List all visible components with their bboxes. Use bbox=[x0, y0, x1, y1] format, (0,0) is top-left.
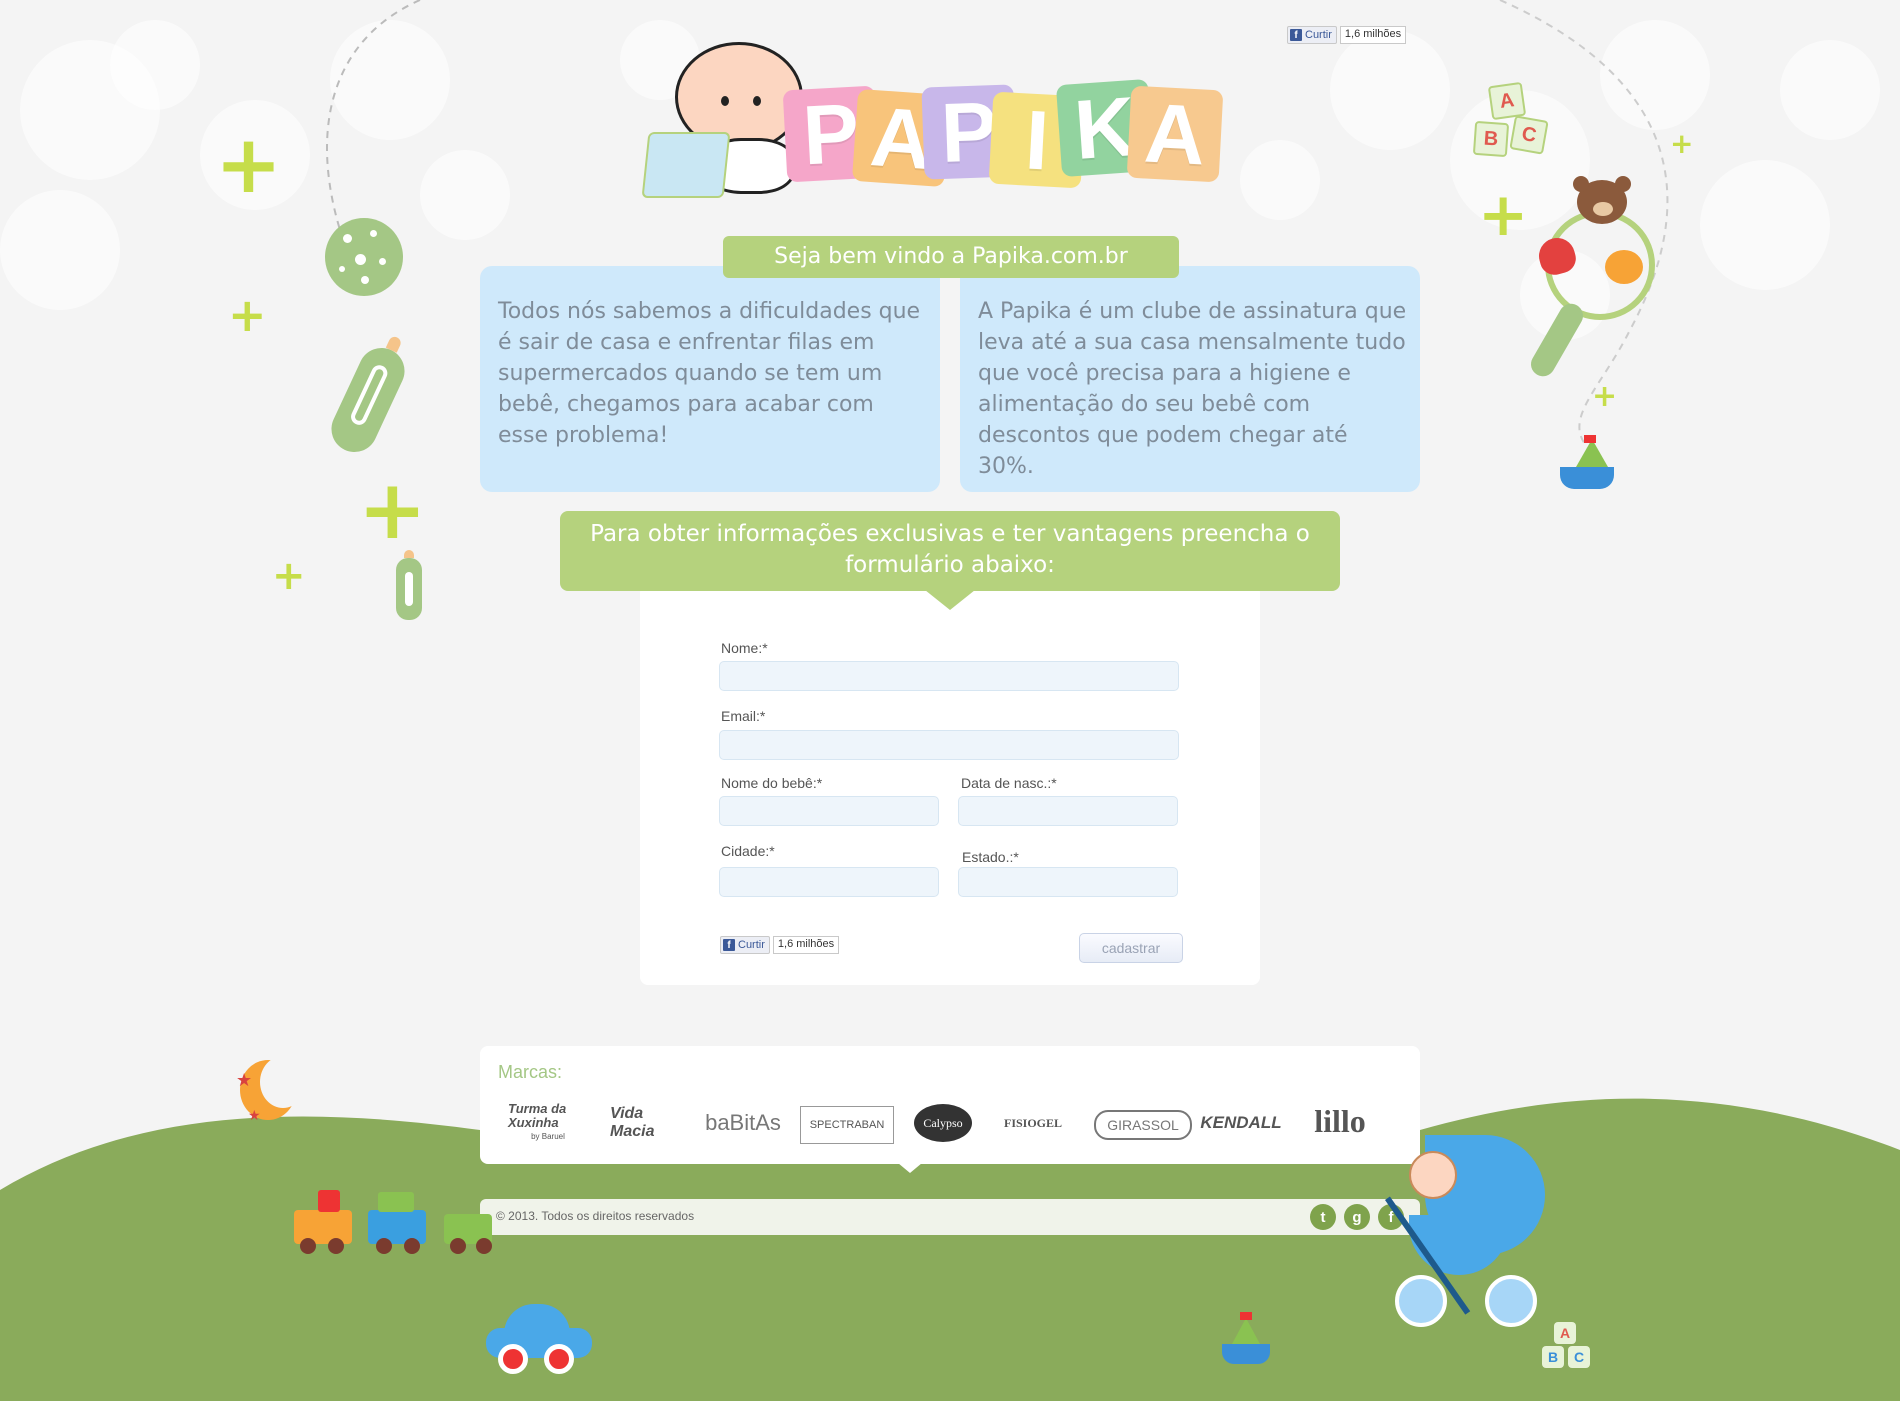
form-facebook-like-widget[interactable]: f Curtir 1,6 milhões bbox=[720, 936, 840, 954]
intro-box-right: A Papika é um clube de assinatura que le… bbox=[960, 266, 1420, 492]
brand-logo-spectraban[interactable]: SPECTRABAN bbox=[800, 1106, 894, 1144]
plus-icon: + bbox=[228, 288, 267, 342]
like-label: Curtir bbox=[1305, 29, 1332, 41]
toy-boat-icon bbox=[1220, 1312, 1272, 1368]
brands-panel: Marcas: Turma da Xuxinha by Baruel Vida … bbox=[480, 1046, 1420, 1164]
brand-logo-kendall[interactable]: KENDALL bbox=[1195, 1102, 1287, 1144]
intro-text-right: A Papika é um clube de assinatura que le… bbox=[978, 299, 1407, 479]
plus-icon: + bbox=[1592, 379, 1618, 414]
facebook-icon: f bbox=[1290, 29, 1302, 41]
welcome-title: Seja bem vindo a Papika.com.br bbox=[723, 236, 1179, 278]
twitter-icon[interactable]: t bbox=[1310, 1204, 1336, 1230]
brand-sub: by Baruel bbox=[531, 1132, 565, 1141]
brands-title: Marcas: bbox=[498, 1062, 563, 1082]
baby-stroller-icon bbox=[1385, 1125, 1545, 1340]
logo-letter-a: A bbox=[1126, 85, 1224, 183]
abc-cube-icon bbox=[641, 132, 731, 198]
form-heading-text: Para obter informações exclusivas e ter … bbox=[590, 521, 1310, 578]
intro-text-left: Todos nós sabemos a dificuldades que é s… bbox=[498, 299, 921, 448]
brand-name: Turma da Xuxinha bbox=[508, 1101, 567, 1130]
estado-label: Estado.:* bbox=[962, 849, 1019, 865]
brand-logo-vida-macia[interactable]: Vida Macia bbox=[610, 1102, 676, 1144]
facebook-icon: f bbox=[723, 939, 735, 951]
brand-logo-girassol[interactable]: GIRASSOL bbox=[1094, 1110, 1192, 1140]
brand-logo-fisiogel[interactable]: FISIOGEL bbox=[1000, 1102, 1066, 1144]
nome-label: Nome:* bbox=[721, 640, 768, 656]
cidade-input[interactable] bbox=[719, 867, 939, 897]
data-nasc-label: Data de nasc.:* bbox=[961, 775, 1057, 791]
estado-input[interactable] bbox=[958, 867, 1178, 897]
moon-icon: ★ ★ bbox=[236, 1056, 306, 1124]
brands-pointer bbox=[898, 1163, 922, 1173]
small-bottle-icon bbox=[396, 550, 422, 620]
brand-logo-xuxinha[interactable]: Turma da Xuxinha by Baruel bbox=[508, 1102, 588, 1144]
facebook-like-widget[interactable]: f Curtir 1,6 milhões bbox=[1287, 26, 1407, 44]
star-icon: ★ bbox=[236, 1070, 253, 1091]
intro-box-left: Todos nós sabemos a dificuldades que é s… bbox=[480, 266, 940, 492]
abc-blocks-icon: A B C bbox=[1540, 1322, 1600, 1370]
brand-logo-babitas[interactable]: baBitAs bbox=[698, 1102, 788, 1144]
footer-bar: © 2013. Todos os direitos reservados t g… bbox=[480, 1199, 1420, 1235]
toy-boat-icon bbox=[1558, 435, 1616, 497]
form-heading-pointer bbox=[925, 590, 975, 610]
nome-bebe-label: Nome do bebê:* bbox=[721, 775, 823, 791]
google-plus-icon[interactable]: g bbox=[1344, 1204, 1370, 1230]
copyright-text: © 2013. Todos os direitos reservados bbox=[496, 1209, 695, 1223]
toy-car-icon bbox=[486, 1304, 596, 1374]
toy-train-icon bbox=[292, 1180, 512, 1256]
plus-icon: + bbox=[1670, 127, 1694, 160]
plus-icon: + bbox=[358, 463, 427, 558]
like-count: 1,6 milhões bbox=[1339, 26, 1407, 44]
cookie-icon bbox=[325, 218, 403, 296]
brand-logo-calypso[interactable]: Calypso bbox=[914, 1104, 972, 1142]
plus-icon: + bbox=[272, 553, 306, 599]
email-input[interactable] bbox=[719, 730, 1179, 760]
facebook-like-button[interactable]: f Curtir bbox=[1287, 26, 1337, 44]
like-label: Curtir bbox=[738, 939, 765, 951]
star-icon: ★ bbox=[248, 1108, 261, 1124]
email-label: Email:* bbox=[721, 708, 766, 724]
nome-input[interactable] bbox=[719, 661, 1179, 691]
form-heading: Para obter informações exclusivas e ter … bbox=[560, 511, 1340, 591]
nome-bebe-input[interactable] bbox=[719, 796, 939, 826]
papika-logo: P A P I K A bbox=[641, 40, 1255, 198]
cidade-label: Cidade:* bbox=[721, 843, 775, 859]
brand-logo-lillo[interactable]: lillo bbox=[1300, 1098, 1380, 1144]
plus-icon: + bbox=[215, 118, 283, 211]
abc-blocks-icon: A B C bbox=[1470, 80, 1580, 170]
like-count: 1,6 milhões bbox=[772, 936, 840, 954]
data-nasc-input[interactable] bbox=[958, 796, 1178, 826]
facebook-like-button[interactable]: f Curtir bbox=[720, 936, 770, 954]
teddy-rattle-icon bbox=[1515, 176, 1665, 381]
cadastrar-button[interactable]: cadastrar bbox=[1079, 933, 1183, 963]
